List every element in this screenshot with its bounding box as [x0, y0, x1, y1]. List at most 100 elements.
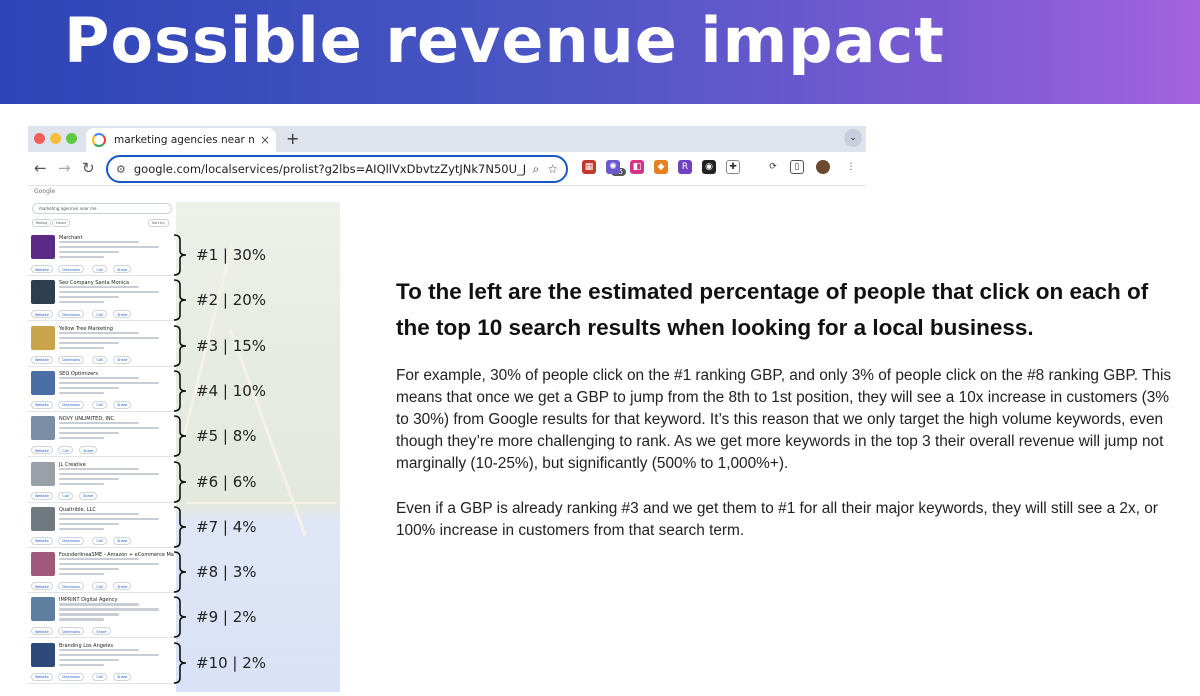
- reload-icon[interactable]: ↻: [82, 159, 95, 177]
- bracket-icon: [173, 279, 187, 322]
- listing-item[interactable]: IMPRINT Digital Agency Website Directions S…: [28, 594, 176, 639]
- listing-share-button[interactable]: Share: [113, 536, 132, 545]
- listing-detail-line: [59, 558, 139, 561]
- clip-extension-icon[interactable]: ◧: [630, 160, 644, 174]
- listing-name[interactable]: Qualtrible, LLC: [59, 507, 174, 513]
- listing-name[interactable]: Branding Los Angeles: [59, 643, 174, 649]
- listing-thumbnail: [31, 461, 55, 486]
- listing-name[interactable]: JL Creative: [59, 462, 174, 468]
- listing-item[interactable]: Yellow Tree Marketing Website Directions Ca…: [28, 322, 176, 367]
- listing-item[interactable]: Branding Los Angeles Website Directions Cal…: [28, 639, 176, 684]
- listing-website-button[interactable]: Website: [31, 400, 53, 409]
- bookmark-star-icon[interactable]: ☆: [547, 162, 558, 176]
- listing-item[interactable]: NOVY UNLIMITED, INC. Website Call Share: [28, 413, 176, 458]
- listing-share-button[interactable]: Share: [79, 491, 98, 500]
- listing-item[interactable]: SEO Optimizers Website Directions Call Share: [28, 367, 176, 412]
- listing-item[interactable]: Marchant Website Directions Call Share: [28, 232, 176, 276]
- gear-extension-icon[interactable]: ✺: [606, 160, 620, 174]
- listing-thumbnail: [31, 370, 55, 395]
- filter-rating[interactable]: Rating: [32, 219, 52, 227]
- forward-icon[interactable]: →: [58, 159, 71, 177]
- rank-click-share-label: #2 | 20%: [196, 291, 267, 310]
- listing-share-button[interactable]: Share: [113, 265, 132, 273]
- close-window-icon[interactable]: [34, 133, 45, 144]
- listing-call-button[interactable]: Call: [92, 355, 107, 364]
- listing-website-button[interactable]: Website: [31, 355, 53, 364]
- r-extension-icon[interactable]: R: [678, 160, 692, 174]
- listing-website-button[interactable]: Website: [31, 627, 53, 636]
- listing-directions-button[interactable]: Directions: [58, 400, 85, 409]
- new-tab-button[interactable]: +: [286, 129, 299, 148]
- puzzle-extension-icon[interactable]: ✚: [726, 160, 740, 174]
- listing-call-button[interactable]: Call: [92, 672, 107, 681]
- fox-extension-icon[interactable]: ◆: [654, 160, 668, 174]
- listing-item[interactable]: Seo Company Santa Monica Website Direction…: [28, 277, 176, 322]
- listing-name[interactable]: SEO Optimizers: [59, 371, 174, 377]
- listing-directions-button[interactable]: Directions: [58, 355, 85, 364]
- rank-click-share-label: #10 | 2%: [196, 653, 267, 672]
- listing-item[interactable]: JL Creative Website Call Share: [28, 458, 176, 503]
- rank-click-share-label: #3 | 15%: [196, 336, 267, 355]
- filter-sort[interactable]: Sort by: [148, 219, 169, 227]
- filter-hours[interactable]: Hours: [52, 219, 71, 227]
- site-info-icon[interactable]: ⚙: [116, 163, 126, 176]
- serp-search-input[interactable]: marketing agencies near me: [32, 203, 172, 214]
- listing-share-button[interactable]: Share: [113, 355, 132, 364]
- listing-detail-line: [59, 653, 159, 656]
- listing-directions-button[interactable]: Directions: [58, 672, 85, 681]
- listing-name[interactable]: Yellow Tree Marketing: [59, 326, 174, 332]
- sync-icon[interactable]: ⟳: [766, 160, 780, 174]
- listing-share-button[interactable]: Share: [79, 446, 98, 455]
- listing-call-button[interactable]: Call: [92, 400, 107, 409]
- browser-window: marketing agencies near me × + ⌄ ← → ↻ ⚙…: [28, 126, 866, 186]
- listing-call-button[interactable]: Call: [92, 265, 107, 273]
- listing-share-button[interactable]: Share: [113, 310, 132, 319]
- listing-detail-line: [59, 376, 139, 380]
- minimize-window-icon[interactable]: [50, 133, 61, 144]
- listing-website-button[interactable]: Website: [31, 265, 53, 273]
- tab-search-menu-icon[interactable]: ⌄: [844, 129, 862, 147]
- listing-share-button[interactable]: Share: [113, 400, 132, 409]
- listing-item[interactable]: Qualtrible, LLC Website Directions Call Shar…: [28, 503, 176, 548]
- listing-detail-line: [59, 341, 119, 344]
- listing-directions-button[interactable]: Directions: [58, 627, 85, 636]
- listing-directions-button[interactable]: Directions: [58, 582, 85, 591]
- zoom-search-icon[interactable]: ⌕: [533, 162, 540, 177]
- tab-search[interactable]: marketing agencies near me ×: [86, 128, 276, 152]
- listing-call-button[interactable]: Call: [58, 491, 73, 500]
- back-icon[interactable]: ←: [34, 159, 47, 177]
- listing-website-button[interactable]: Website: [31, 446, 53, 455]
- listing-share-button[interactable]: Share: [113, 582, 132, 591]
- listing-directions-button[interactable]: Directions: [58, 536, 85, 545]
- camera-extension-icon[interactable]: ◉: [702, 160, 716, 174]
- title-banner: Possible revenue impact: [0, 0, 1200, 104]
- maximize-window-icon[interactable]: [66, 133, 77, 144]
- listing-website-button[interactable]: Website: [31, 672, 53, 681]
- listing-website-button[interactable]: Website: [31, 582, 53, 591]
- listing-detail-line: [59, 517, 159, 520]
- tab-title: marketing agencies near me: [114, 134, 254, 146]
- listing-directions-button[interactable]: Directions: [58, 310, 85, 319]
- address-bar[interactable]: ⚙ google.com/localservices/prolist?g2lbs…: [106, 155, 568, 183]
- listing-call-button[interactable]: Call: [58, 446, 73, 455]
- listing-detail-line: [59, 618, 104, 621]
- tab-close-icon[interactable]: ×: [260, 133, 270, 147]
- profile-avatar[interactable]: [816, 160, 830, 174]
- listing-thumbnail: [31, 235, 55, 259]
- sidebar-panel-icon[interactable]: ▯: [790, 160, 804, 174]
- listing-call-button[interactable]: Call: [92, 536, 107, 545]
- listing-detail-line: [59, 246, 159, 249]
- calendar-extension-icon[interactable]: ▦: [582, 160, 596, 174]
- listing-directions-button[interactable]: Directions: [58, 265, 85, 273]
- listing-item[interactable]: FounderlineaSME - Amazon + eCommerce Man…: [28, 549, 176, 594]
- listing-share-button[interactable]: Share: [92, 627, 111, 636]
- listing-share-button[interactable]: Share: [113, 672, 132, 681]
- page-title: Possible revenue impact: [64, 4, 945, 77]
- listing-website-button[interactable]: Website: [31, 310, 53, 319]
- listing-call-button[interactable]: Call: [92, 310, 107, 319]
- listing-website-button[interactable]: Website: [31, 536, 53, 545]
- listing-call-button[interactable]: Call: [92, 582, 107, 591]
- listing-website-button[interactable]: Website: [31, 491, 53, 500]
- browser-menu-icon[interactable]: ⋮: [844, 160, 858, 174]
- bracket-icon: [173, 234, 187, 276]
